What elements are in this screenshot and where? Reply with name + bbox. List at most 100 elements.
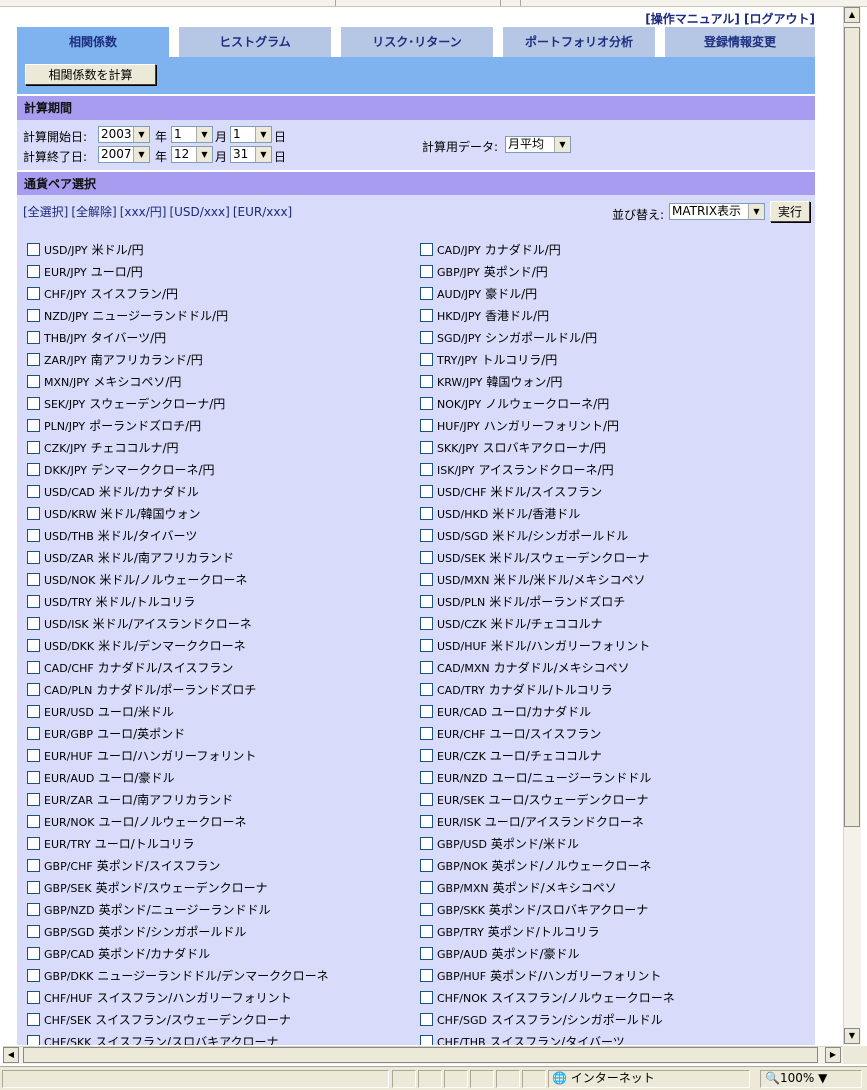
data-type-select[interactable]: 月平均 ▼ (505, 136, 571, 153)
pair-checkbox[interactable] (420, 727, 433, 740)
pair-checkbox[interactable] (27, 859, 40, 872)
pair-checkbox[interactable] (420, 485, 433, 498)
pair-checkbox[interactable] (420, 441, 433, 454)
pair-checkbox[interactable] (420, 287, 433, 300)
pair-checkbox[interactable] (27, 837, 40, 850)
pair-item[interactable]: USD/DKK 米ドル/デンマーククローネ (27, 636, 246, 656)
pair-checkbox[interactable] (420, 551, 433, 564)
pair-checkbox[interactable] (27, 881, 40, 894)
pair-item[interactable]: CHF/THB スイスフラン/タイバーツ (420, 1032, 625, 1045)
pair-item[interactable]: EUR/NOK ユーロ/ノルウェークローネ (27, 812, 247, 832)
scroll-up-icon[interactable]: ▲ (844, 7, 860, 23)
pair-item[interactable]: EUR/GBP ユーロ/英ポンド (27, 724, 185, 744)
manual-link[interactable]: [操作マニュアル] (645, 12, 740, 26)
pair-item[interactable]: EUR/CAD ユーロ/カナダドル (420, 702, 591, 722)
pair-item[interactable]: USD/THB 米ドル/タイバーツ (27, 526, 197, 546)
pair-checkbox[interactable] (420, 683, 433, 696)
pair-item[interactable]: USD/CZK 米ドル/チェココルナ (420, 614, 603, 634)
pair-checkbox[interactable] (27, 573, 40, 586)
pair-item[interactable]: CHF/SGD スイスフラン/シンガポールドル (420, 1010, 663, 1030)
pair-item[interactable]: PLN/JPY ポーランドズロチ/円 (27, 416, 201, 436)
tab-registration[interactable]: 登録情報変更 (665, 27, 815, 57)
sort-select[interactable]: MATRIX表示 ▼ (669, 203, 765, 220)
pair-item[interactable]: USD/JPY 米ドル/円 (27, 240, 144, 260)
pair-checkbox[interactable] (27, 463, 40, 476)
eur-cross-link[interactable]: [EUR/xxx] (233, 205, 292, 219)
pair-checkbox[interactable] (420, 397, 433, 410)
pair-checkbox[interactable] (27, 683, 40, 696)
pair-item[interactable]: USD/PLN 米ドル/ポーランドズロチ (420, 592, 625, 612)
pair-checkbox[interactable] (420, 463, 433, 476)
pair-item[interactable]: USD/NOK 米ドル/ノルウェークローネ (27, 570, 247, 590)
pair-checkbox[interactable] (420, 881, 433, 894)
pair-checkbox[interactable] (420, 419, 433, 432)
pair-checkbox[interactable] (27, 947, 40, 960)
pair-item[interactable]: GBP/CAD 英ポンド/カナダドル (27, 944, 210, 964)
pair-item[interactable]: GBP/DKK ニュージーランドドル/デンマーククローネ (27, 966, 329, 986)
pair-checkbox[interactable] (27, 925, 40, 938)
pair-item[interactable]: USD/HUF 米ドル/ハンガリーフォリント (420, 636, 650, 656)
end-month-select[interactable]: 12 ▼ (171, 146, 213, 163)
pair-item[interactable]: GBP/SKK 英ポンド/スロバキアクローナ (420, 900, 648, 920)
scroll-left-icon[interactable]: ◀ (3, 1047, 19, 1063)
pair-item[interactable]: CAD/JPY カナダドル/円 (420, 240, 561, 260)
pair-item[interactable]: HKD/JPY 香港ドル/円 (420, 306, 549, 326)
pair-item[interactable]: USD/SGD 米ドル/シンガポールドル (420, 526, 628, 546)
pair-checkbox[interactable] (420, 771, 433, 784)
pair-item[interactable]: KRW/JPY 韓国ウォン/円 (420, 372, 562, 392)
pair-checkbox[interactable] (27, 485, 40, 498)
pair-checkbox[interactable] (27, 903, 40, 916)
pair-item[interactable]: USD/ISK 米ドル/アイスランドクローネ (27, 614, 252, 634)
vertical-scroll-thumb[interactable] (844, 27, 860, 827)
pair-checkbox[interactable] (420, 639, 433, 652)
pair-checkbox[interactable] (27, 749, 40, 762)
pair-checkbox[interactable] (27, 397, 40, 410)
pair-item[interactable]: USD/MXN 米ドル/米ドル/メキシコペソ (420, 570, 646, 590)
pair-item[interactable]: GBP/HUF 英ポンド/ハンガリーフォリント (420, 966, 661, 986)
pair-checkbox[interactable] (420, 969, 433, 982)
pair-item[interactable]: CHF/JPY スイスフラン/円 (27, 284, 178, 304)
pair-checkbox[interactable] (420, 859, 433, 872)
pair-item[interactable]: EUR/CHF ユーロ/スイスフラン (420, 724, 601, 744)
pair-item[interactable]: USD/HKD 米ドル/香港ドル (420, 504, 580, 524)
pair-checkbox[interactable] (27, 639, 40, 652)
tab-risk-return[interactable]: リスク･リターン (341, 27, 493, 57)
pair-item[interactable]: CZK/JPY チェココルナ/円 (27, 438, 179, 458)
pair-item[interactable]: GBP/USD 英ポンド/米ドル (420, 834, 579, 854)
pair-checkbox[interactable] (27, 661, 40, 674)
pair-item[interactable]: ZAR/JPY 南アフリカランド/円 (27, 350, 203, 370)
pair-item[interactable]: NOK/JPY ノルウェークローネ/円 (420, 394, 609, 414)
pair-item[interactable]: SKK/JPY スロバキアクローナ/円 (420, 438, 606, 458)
pair-item[interactable]: GBP/JPY 英ポンド/円 (420, 262, 548, 282)
pair-item[interactable]: HUF/JPY ハンガリーフォリント/円 (420, 416, 619, 436)
pair-checkbox[interactable] (420, 331, 433, 344)
pair-item[interactable]: CAD/CHF カナダドル/スイスフラン (27, 658, 233, 678)
pair-checkbox[interactable] (27, 617, 40, 630)
pair-checkbox[interactable] (420, 793, 433, 806)
pair-item[interactable]: EUR/ZAR ユーロ/南アフリカランド (27, 790, 233, 810)
pair-item[interactable]: EUR/NZD ユーロ/ニュージーランドドル (420, 768, 651, 788)
pair-checkbox[interactable] (420, 947, 433, 960)
pair-checkbox[interactable] (27, 441, 40, 454)
pair-checkbox[interactable] (420, 925, 433, 938)
pair-checkbox[interactable] (27, 309, 40, 322)
start-month-select[interactable]: 1 ▼ (171, 126, 213, 143)
pair-item[interactable]: EUR/HUF ユーロ/ハンガリーフォリント (27, 746, 256, 766)
jpy-cross-link[interactable]: [xxx/円] (120, 205, 167, 219)
scroll-down-icon[interactable]: ▼ (844, 1028, 860, 1044)
scroll-right-icon[interactable]: ▶ (825, 1047, 841, 1063)
pair-checkbox[interactable] (27, 705, 40, 718)
pair-item[interactable]: USD/CAD 米ドル/カナダドル (27, 482, 199, 502)
tab-histogram[interactable]: ヒストグラム (179, 27, 331, 57)
pair-checkbox[interactable] (27, 265, 40, 278)
tab-correlation[interactable]: 相関係数 (17, 27, 169, 57)
pair-checkbox[interactable] (420, 815, 433, 828)
pair-checkbox[interactable] (27, 793, 40, 806)
pair-checkbox[interactable] (420, 573, 433, 586)
pair-checkbox[interactable] (420, 705, 433, 718)
pair-item[interactable]: AUD/JPY 豪ドル/円 (420, 284, 537, 304)
pair-item[interactable]: USD/SEK 米ドル/スウェーデンクローナ (420, 548, 649, 568)
pair-checkbox[interactable] (420, 617, 433, 630)
pair-item[interactable]: EUR/SEK ユーロ/スウェーデンクローナ (420, 790, 649, 810)
pair-checkbox[interactable] (27, 331, 40, 344)
